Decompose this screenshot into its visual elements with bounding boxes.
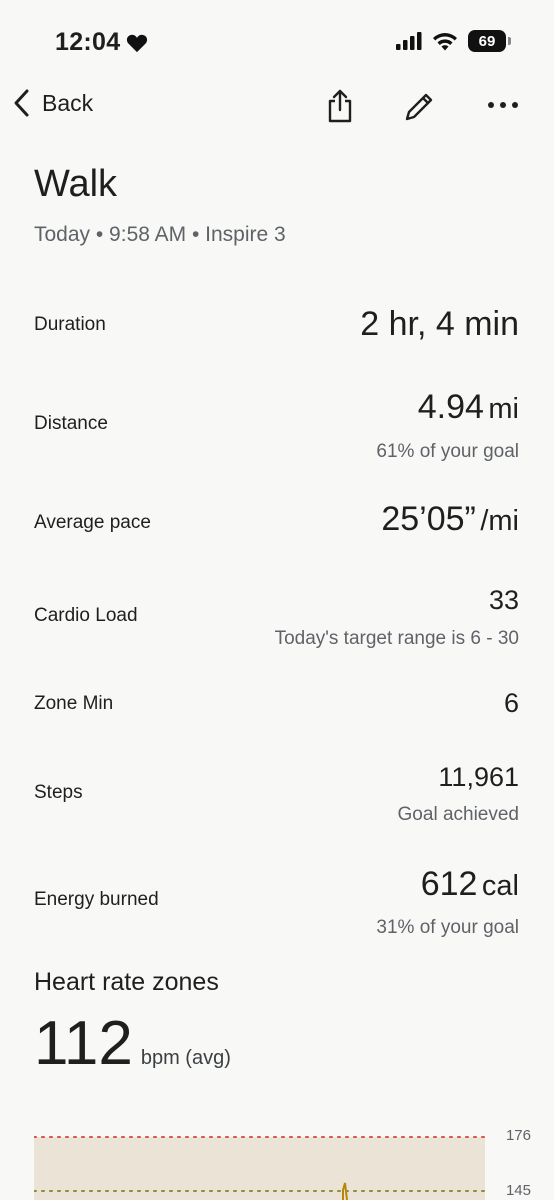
pace-label: Average pace [34, 512, 151, 533]
zone-min-value: 6 [503, 688, 519, 718]
duration-label: Duration [34, 314, 106, 335]
status-time: 12:04 [55, 28, 148, 57]
steps-value: 11,961 [438, 762, 519, 792]
heart-rate-chart: 176 145 [33, 1127, 531, 1200]
heart-rate-average: 112 bpm (avg) [34, 1008, 231, 1079]
distance-unit: mi [488, 393, 519, 425]
share-icon[interactable] [326, 88, 354, 124]
tick-label-145: 145 [505, 1182, 531, 1199]
cardio-load-value: 33 [488, 585, 519, 615]
cardio-target-text: Today's target range is 6 - 30 [274, 628, 519, 649]
duration-value: 2 hr, 4 min [360, 305, 519, 343]
energy-unit: cal [481, 870, 519, 902]
status-bar: 12:04 69 [0, 0, 554, 80]
clock-text: 12:04 [55, 28, 121, 56]
nav-bar: Back [0, 80, 554, 136]
cardio-load-label: Cardio Load [34, 605, 138, 626]
heart-icon [127, 34, 148, 52]
edit-pencil-icon[interactable] [402, 90, 436, 124]
distance-label: Distance [34, 413, 108, 434]
heart-rate-chart-svg [33, 1136, 486, 1200]
cellular-signal-icon [396, 32, 422, 50]
energy-value-group: 612 cal [421, 865, 519, 904]
distance-value: 4.94 [417, 388, 484, 426]
heart-rate-title: Heart rate zones [34, 968, 219, 996]
distance-goal-text: 61% of your goal [376, 441, 519, 462]
steps-label: Steps [34, 782, 83, 803]
steps-goal-text: Goal achieved [397, 804, 519, 825]
more-options-icon[interactable] [487, 100, 519, 110]
pace-value-group: 25’05” /mi [381, 500, 519, 539]
chevron-left-icon [14, 89, 29, 117]
wifi-icon [433, 32, 457, 50]
pace-unit: /mi [480, 505, 519, 537]
heart-rate-avg-value: 112 [34, 1009, 133, 1078]
tick-label-176: 176 [505, 1127, 531, 1144]
status-icons: 69 [396, 30, 511, 52]
energy-value: 612 [420, 865, 478, 903]
distance-value-group: 4.94 mi [418, 388, 519, 427]
zone-min-label: Zone Min [34, 693, 114, 714]
activity-title: Walk [34, 163, 118, 205]
heart-rate-avg-unit: bpm (avg) [140, 1047, 231, 1069]
battery-icon: 69 [468, 30, 511, 52]
back-button[interactable]: Back [12, 88, 93, 118]
pace-value: 25’05” [381, 500, 476, 538]
energy-label: Energy burned [34, 889, 159, 910]
activity-subtitle: Today • 9:58 AM • Inspire 3 [34, 223, 286, 246]
energy-goal-text: 31% of your goal [376, 917, 519, 938]
battery-level: 69 [478, 32, 496, 50]
back-label: Back [42, 89, 94, 116]
